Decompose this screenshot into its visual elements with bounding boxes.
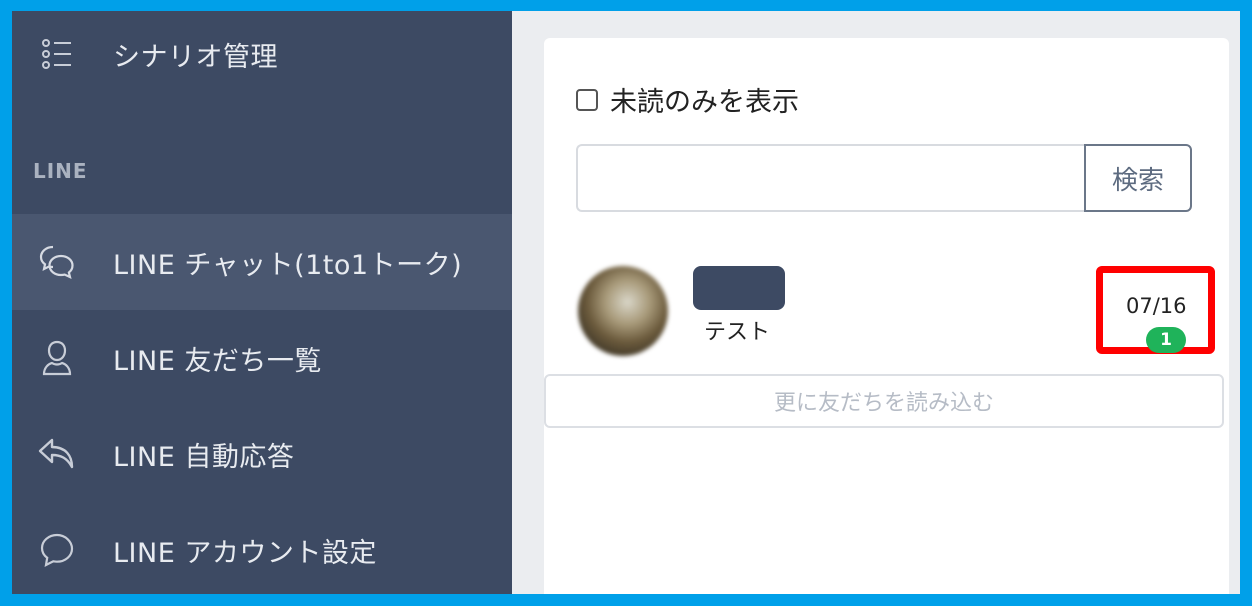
friend-label: テスト xyxy=(704,320,771,345)
load-more-button[interactable]: 更に友だちを読み込む xyxy=(544,374,1224,428)
person-icon xyxy=(37,338,77,378)
redacted-name xyxy=(693,266,785,310)
sidebar-item-account-settings[interactable]: LINE アカウント設定 xyxy=(12,502,512,594)
last-message-date: 07/16 xyxy=(1126,294,1187,318)
sidebar-item-chat[interactable]: LINE チャット(1to1トーク) xyxy=(12,214,512,310)
list-icon xyxy=(37,34,77,74)
sidebar-item-label: LINE 自動応答 xyxy=(113,441,295,473)
sidebar-item-label: LINE アカウント設定 xyxy=(113,537,377,569)
section-title-line: LINE xyxy=(33,159,88,183)
avatar xyxy=(578,266,668,356)
unread-filter[interactable]: 未読のみを表示 xyxy=(576,80,799,119)
sidebar-item-label: LINE 友だち一覧 xyxy=(113,345,322,377)
unread-only-checkbox[interactable] xyxy=(576,88,598,111)
chat-bubbles-icon xyxy=(37,242,77,282)
search-button[interactable]: 検索 xyxy=(1084,144,1192,212)
friend-list-item[interactable]: テスト 07/16 1 xyxy=(544,258,1229,368)
sidebar-item-label: LINE チャット(1to1トーク) xyxy=(113,249,463,281)
sidebar-item-label: シナリオ管理 xyxy=(113,41,278,73)
unread-only-label: 未読のみを表示 xyxy=(610,87,799,118)
chat-list-panel: 未読のみを表示 検索 テスト 07/16 1 更に友だちを読み込む xyxy=(544,38,1229,594)
search-input[interactable] xyxy=(576,144,1084,212)
unread-count-badge: 1 xyxy=(1146,327,1186,353)
reply-arrow-icon xyxy=(37,434,77,474)
sidebar-item-scenario[interactable]: シナリオ管理 xyxy=(12,11,512,102)
speech-bubble-icon xyxy=(37,530,77,570)
app-frame: シナリオ管理 LINE LINE チャット(1to1トーク) LINE 友だち一… xyxy=(12,11,1240,594)
sidebar-item-friends[interactable]: LINE 友だち一覧 xyxy=(12,310,512,406)
sidebar: シナリオ管理 LINE LINE チャット(1to1トーク) LINE 友だち一… xyxy=(12,11,512,594)
sidebar-item-auto-reply[interactable]: LINE 自動応答 xyxy=(12,406,512,502)
